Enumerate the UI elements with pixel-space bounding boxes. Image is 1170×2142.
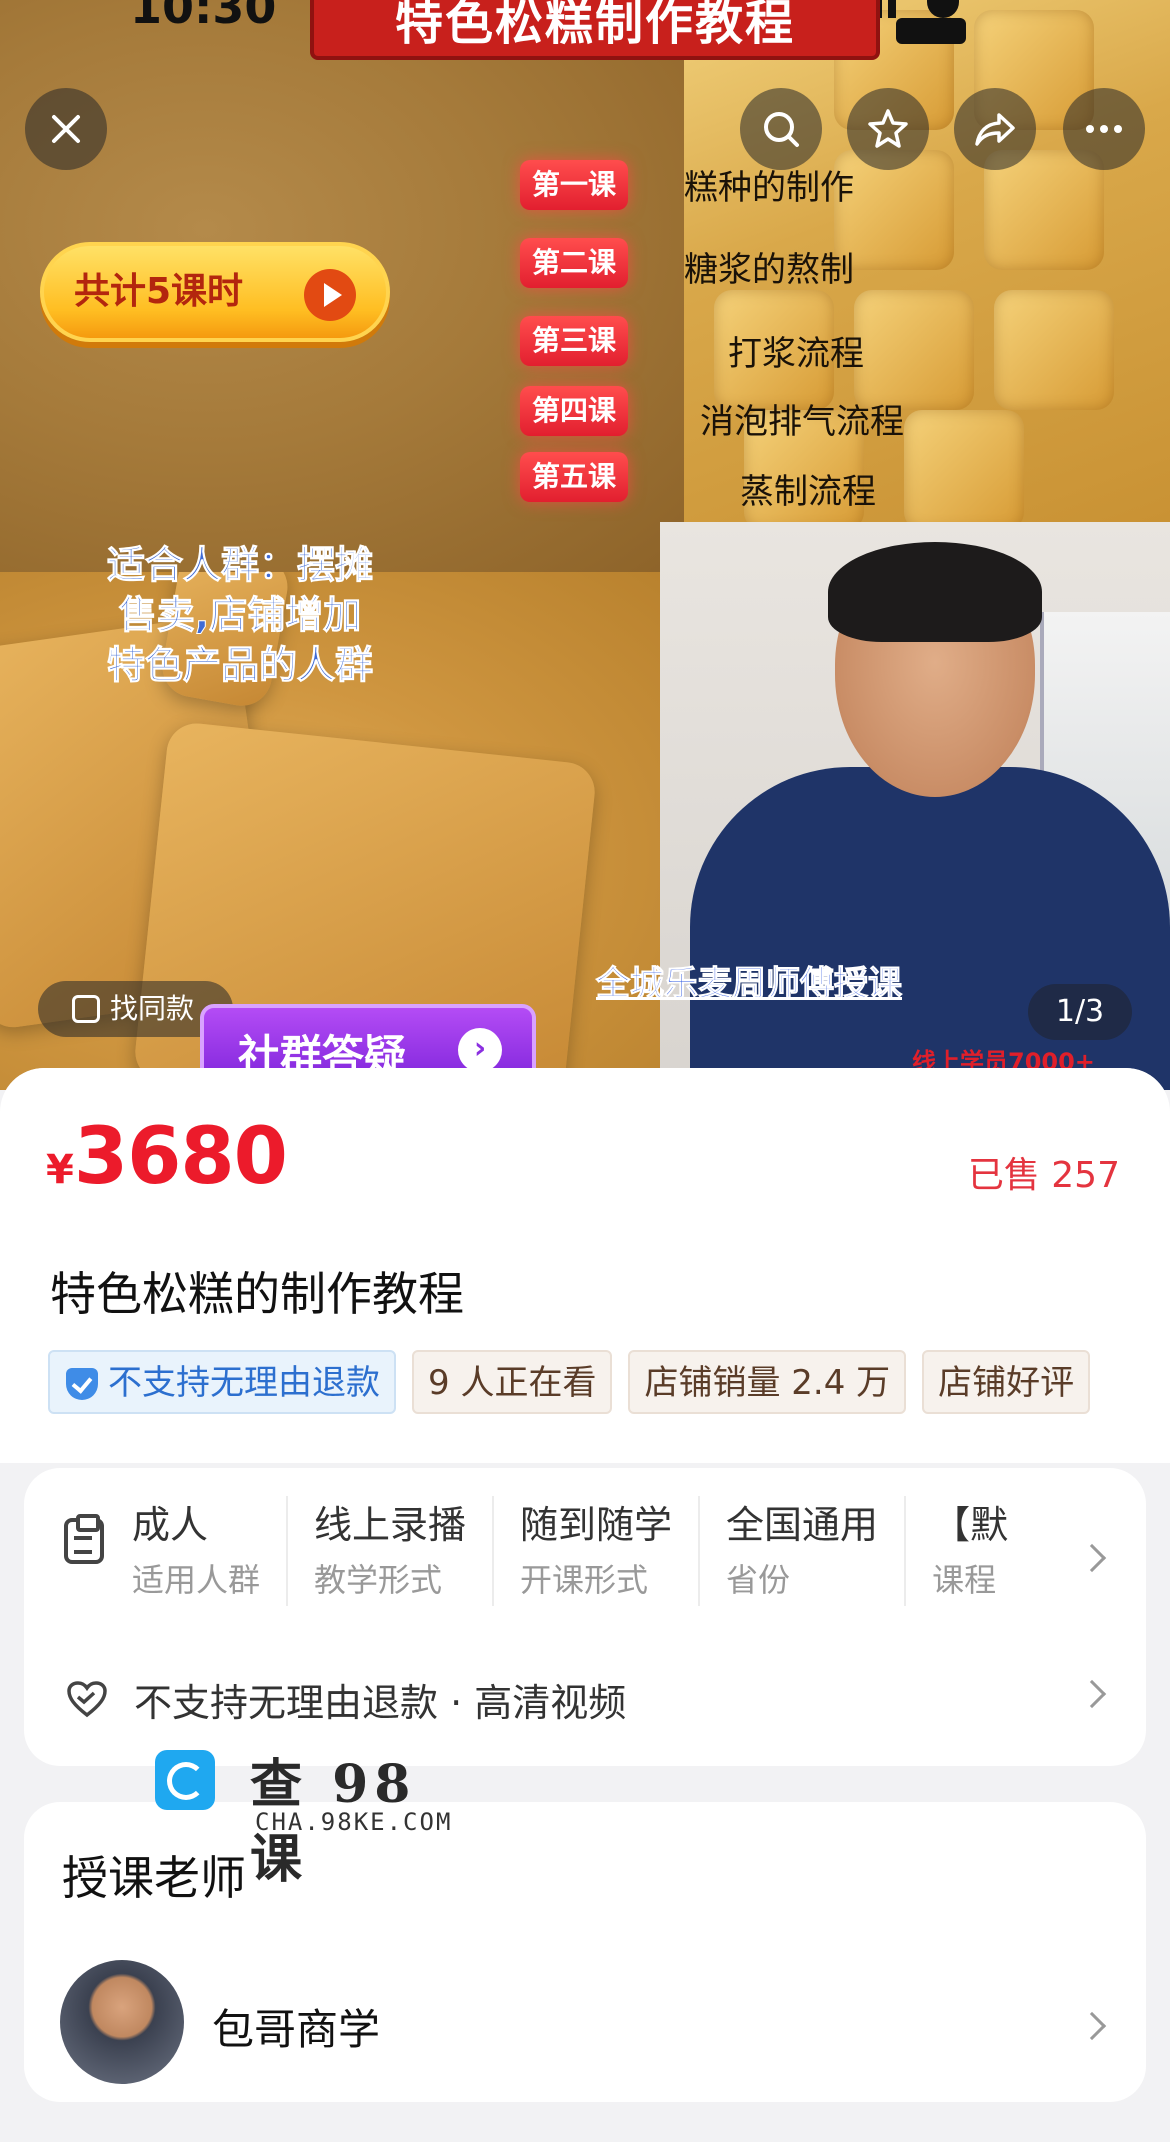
find-same-label: 找同款: [110, 992, 195, 1025]
more-button[interactable]: [1063, 88, 1145, 170]
image-pager: 1/3: [1028, 984, 1132, 1040]
share-button[interactable]: [954, 88, 1036, 170]
attr-label: 适用人群: [132, 1561, 261, 1599]
teacher-card[interactable]: 授课老师 包哥商学: [24, 1802, 1146, 2102]
chip-refund-policy[interactable]: 不支持无理由退款: [48, 1350, 396, 1414]
attr-value: 【默: [932, 1503, 1009, 1547]
chevron-right-icon: [1077, 1679, 1107, 1709]
teacher-section-heading: 授课老师: [62, 1851, 246, 1905]
attr-teaching-format: 线上录播 教学形式: [286, 1496, 492, 1606]
price-currency: ¥: [46, 1147, 74, 1193]
total-hours-text: 共计5课时: [74, 271, 244, 312]
sold-count: 已售 257: [967, 1155, 1120, 1196]
teacher-caption: 全城乐麦周师傅授课: [596, 964, 903, 1005]
audience-line-2: 售卖,店铺增加: [118, 593, 362, 638]
chevron-right-icon: [1077, 2011, 1107, 2041]
chip-store-sales: 店铺销量 2.4 万: [628, 1350, 907, 1414]
status-icons: [860, 0, 1080, 44]
total-hours-badge: 共计5课时: [40, 242, 390, 342]
attr-province: 全国通用 省份: [698, 1496, 904, 1606]
attr-label: 开课形式: [520, 1561, 649, 1599]
attr-label: 省份: [726, 1561, 791, 1599]
lesson-name-5: 蒸制流程: [740, 472, 876, 512]
tag-chips: 不支持无理由退款 9 人正在看 店铺销量 2.4 万店铺好评: [48, 1350, 1123, 1420]
attr-label: 课程: [932, 1561, 997, 1599]
close-button[interactable]: [25, 88, 107, 170]
lesson-name-4: 消泡排气流程: [700, 402, 904, 442]
clipboard-icon: [64, 1514, 104, 1564]
attributes-row: 成人 适用人群 线上录播 教学形式 随到随学 开课形式 全国通用 省份 【默 课程: [132, 1496, 1052, 1616]
watermark-site: CHA.98KE.COM: [255, 1808, 453, 1836]
price-value: 3680: [73, 1112, 288, 1202]
star-icon: [868, 109, 908, 148]
attr-value: 全国通用: [726, 1503, 879, 1547]
chip-refund-label: 不支持无理由退款: [108, 1363, 380, 1403]
banner-title: 特色松糕制作教程: [310, 0, 880, 60]
attr-value: 线上录播: [314, 1503, 467, 1547]
lesson-name-2: 糖浆的熬制: [684, 250, 854, 290]
play-icon: [304, 269, 356, 321]
app-root: 10:30 特色松糕制作教程 共计5课时 第一课 第二课 第三课 第四课 第五课…: [0, 0, 1170, 2142]
attr-value: 随到随学: [520, 1503, 673, 1547]
lesson-tag-5: 第五课: [520, 452, 628, 502]
attr-class-format: 随到随学 开课形式: [492, 1496, 698, 1606]
heart-shield-icon: [67, 1681, 107, 1718]
attr-value: 成人: [132, 1503, 209, 1547]
price: ¥3680: [46, 1112, 288, 1202]
watermark-logo-icon: [155, 1750, 215, 1810]
product-detail-sheet: ¥3680 已售 257 特色松糕的制作教程 不支持无理由退款 9 人正在看 店铺销…: [0, 1068, 1170, 2142]
scan-icon: [72, 995, 100, 1023]
attributes-card[interactable]: 成人 适用人群 线上录播 教学形式 随到随学 开课形式 全国通用 省份 【默 课程 不支持无理由退…: [24, 1468, 1146, 1766]
guarantee-text: 不支持无理由退款 · 高清视频: [134, 1681, 627, 1725]
share-icon: [975, 113, 1015, 146]
product-title: 特色松糕的制作教程: [50, 1267, 464, 1321]
lesson-name-3: 打浆流程: [728, 334, 864, 374]
audience-line-3: 特色产品的人群: [106, 643, 373, 688]
lesson-tag-1: 第一课: [520, 160, 628, 210]
attr-course: 【默 课程: [904, 1496, 1034, 1606]
watermark: 查 98 课 CHA.98KE.COM: [155, 1742, 475, 1890]
chip-store-rating: 店铺好评: [922, 1350, 1091, 1414]
lesson-tag-2: 第二课: [520, 238, 628, 288]
more-icon: [1086, 125, 1122, 133]
search-icon: [764, 112, 799, 147]
chevron-right-icon: [1077, 1543, 1107, 1573]
chip-viewers: 9 人正在看: [412, 1350, 613, 1414]
product-summary: ¥3680 已售 257 特色松糕的制作教程 不支持无理由退款 9 人正在看 店铺销…: [0, 1068, 1170, 1463]
status-time: 10:30: [130, 0, 277, 34]
lesson-tag-4: 第四课: [520, 386, 628, 436]
shield-check-icon: [66, 1368, 98, 1400]
audience-line-1: 适合人群：摆摊: [106, 543, 373, 588]
chevron-right-icon: ›: [458, 1028, 502, 1072]
search-button[interactable]: [740, 88, 822, 170]
attr-audience: 成人 适用人群: [132, 1496, 286, 1606]
teacher-name[interactable]: 包哥商学: [212, 1996, 380, 2057]
lesson-tag-3: 第三课: [520, 316, 628, 366]
teacher-avatar[interactable]: [60, 1960, 184, 2084]
audience-text: 适合人群：摆摊 售卖,店铺增加 特色产品的人群: [50, 540, 430, 690]
attr-label: 教学形式: [314, 1561, 443, 1599]
close-icon: [52, 115, 80, 143]
favorite-button[interactable]: [847, 88, 929, 170]
product-image-carousel[interactable]: 10:30 特色松糕制作教程 共计5课时 第一课 第二课 第三课 第四课 第五课…: [0, 0, 1170, 1090]
